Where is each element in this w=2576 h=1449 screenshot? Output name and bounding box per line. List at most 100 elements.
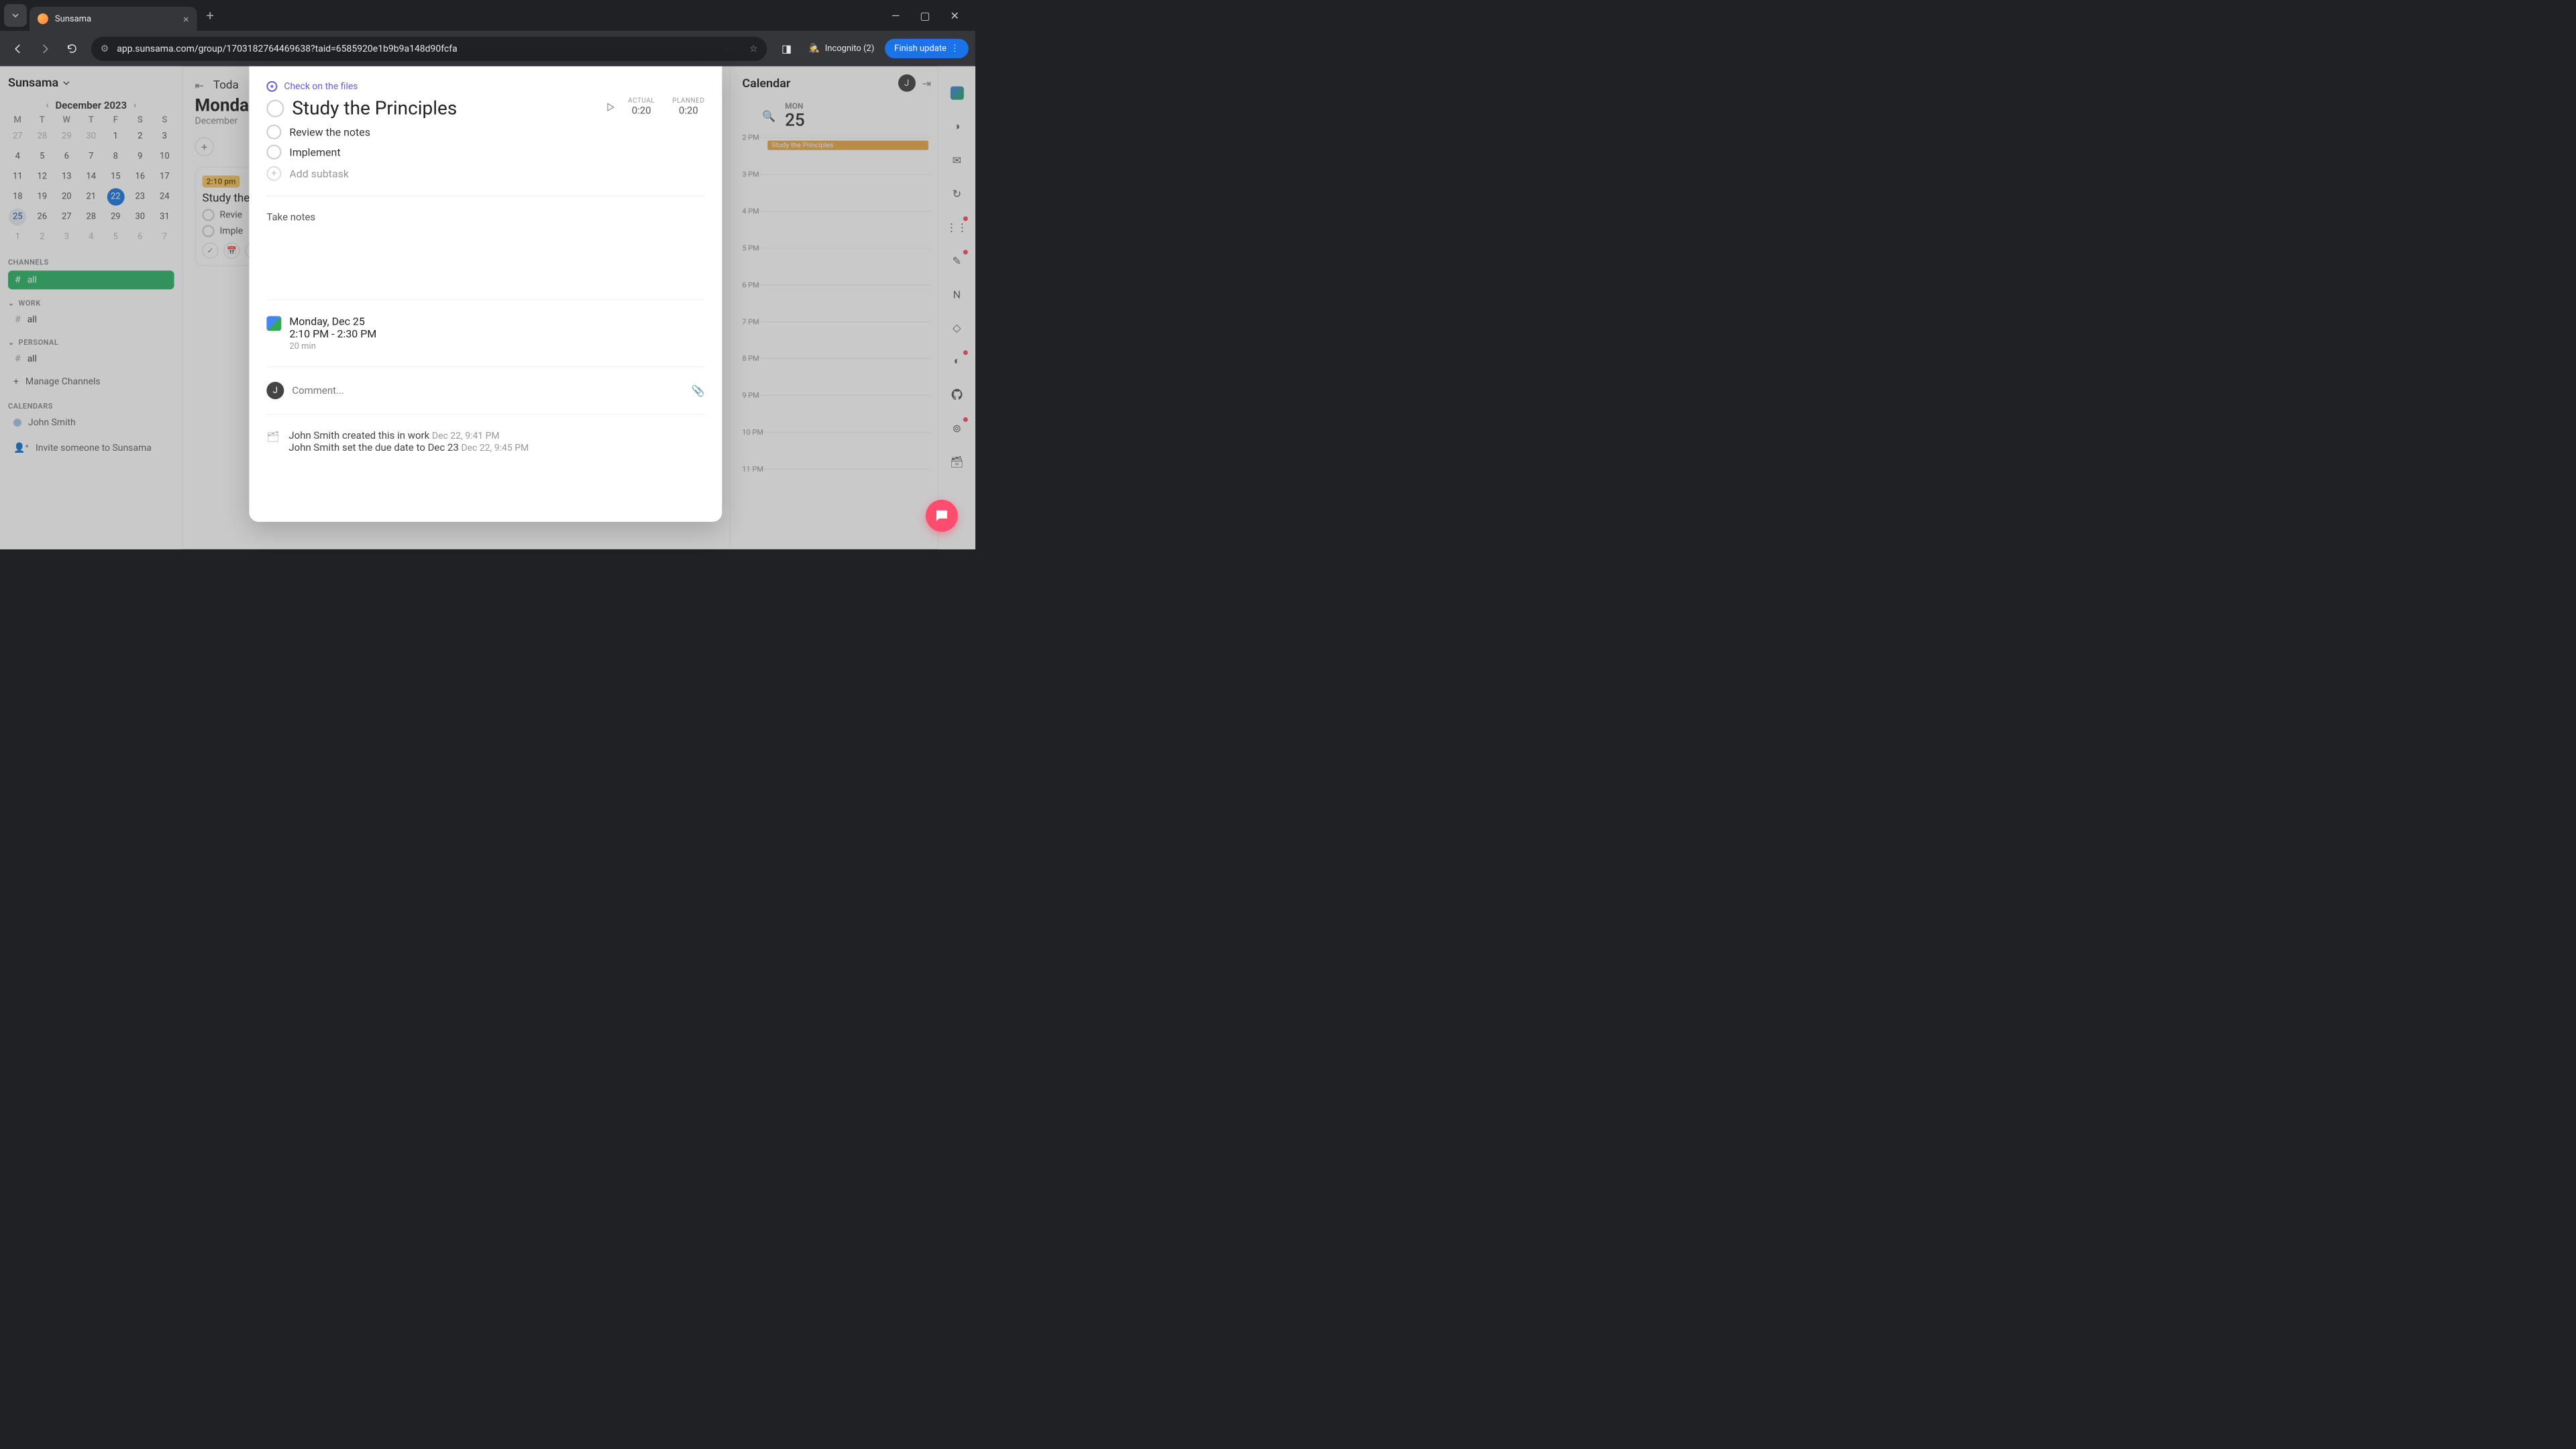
calendar-day[interactable]: 21	[83, 189, 100, 206]
maximize-icon[interactable]: ▢	[920, 9, 930, 21]
today-link[interactable]: Toda	[213, 78, 239, 92]
google-calendar-icon[interactable]	[947, 84, 966, 103]
outlook-icon[interactable]: ◇	[947, 318, 966, 337]
calendar-day[interactable]: 3	[156, 128, 173, 146]
workspace-switcher[interactable]: Sunsama	[8, 76, 174, 90]
asana-icon[interactable]: ⋮⋮	[947, 218, 966, 237]
todoist-icon[interactable]: ✎	[947, 251, 966, 270]
calendar-day[interactable]: 27	[58, 209, 75, 226]
calendar-day[interactable]: 3	[58, 228, 75, 246]
parent-task-link[interactable]: Check on the files	[266, 81, 704, 92]
work-section[interactable]: ⌄ WORK	[8, 299, 174, 307]
calendar-day[interactable]: 5	[34, 148, 51, 166]
add-task-button[interactable]: +	[195, 138, 214, 156]
calendar-day[interactable]: 6	[58, 148, 75, 166]
bookmark-icon[interactable]: ☆	[749, 43, 758, 54]
comment-input[interactable]	[292, 384, 683, 396]
site-settings-icon[interactable]: ⚙	[101, 43, 109, 54]
settings-icon[interactable]: ⊚	[947, 419, 966, 437]
zoom-icon[interactable]: 🔍	[762, 109, 775, 122]
planned-time[interactable]: PLANNED 0:20	[672, 97, 704, 117]
back-button[interactable]	[7, 37, 30, 60]
next-month-button[interactable]: ›	[133, 100, 136, 111]
calendar-day[interactable]: 29	[107, 209, 124, 226]
calendar-day[interactable]: 23	[131, 189, 149, 206]
task-schedule[interactable]: Monday, Dec 25 2:10 PM - 2:30 PM 20 min	[266, 315, 704, 352]
start-timer-button[interactable]	[604, 101, 616, 113]
intercom-button[interactable]	[926, 500, 958, 532]
checkbox-icon[interactable]	[266, 145, 281, 160]
new-tab-button[interactable]: +	[207, 7, 214, 23]
linear-icon[interactable]: ◐	[947, 352, 966, 370]
channel-work-all[interactable]: # all	[8, 310, 174, 329]
finish-update-button[interactable]: Finish update ⋮	[885, 39, 969, 58]
calendar-item[interactable]: John Smith	[8, 415, 174, 431]
checkbox-icon[interactable]	[203, 225, 215, 237]
prev-month-button[interactable]: ‹	[46, 100, 48, 111]
calendar-day[interactable]: 2	[131, 128, 149, 146]
actual-time[interactable]: ACTUAL 0:20	[628, 97, 655, 117]
calendar-day[interactable]: 15	[107, 168, 124, 186]
calendar-day[interactable]: 11	[9, 168, 26, 186]
calendar-day[interactable]: 28	[34, 128, 51, 146]
channel-all[interactable]: # all	[8, 270, 174, 289]
close-tab-icon[interactable]: ×	[183, 12, 189, 25]
mini-calendar[interactable]: MTWTFSS272829301234567891011121314151617…	[8, 115, 174, 246]
calendar-day[interactable]: 17	[156, 168, 173, 186]
schedule-icon[interactable]: 📅	[223, 242, 239, 258]
calendar-day[interactable]: 25	[9, 209, 26, 226]
subtask-row[interactable]: Review the notes	[266, 125, 704, 140]
calendar-day[interactable]: 13	[58, 168, 75, 186]
calendar-day[interactable]: 6	[131, 228, 149, 246]
calendar-event[interactable]: Study the Principles	[767, 141, 928, 150]
minimize-icon[interactable]: —	[892, 9, 900, 21]
calendar-day[interactable]: 1	[107, 128, 124, 146]
calendar-day[interactable]: 10	[156, 148, 173, 166]
calendar-day[interactable]: 26	[34, 209, 51, 226]
browser-tab[interactable]: Sunsama ×	[30, 7, 197, 31]
task-notes[interactable]: Take notes	[266, 211, 704, 285]
calendar-day[interactable]: 4	[9, 148, 26, 166]
task-complete-checkbox[interactable]	[266, 100, 284, 117]
add-subtask-button[interactable]: + Add subtask	[266, 166, 704, 181]
calendar-day[interactable]: 8	[107, 148, 124, 166]
calendar-day[interactable]: 16	[131, 168, 149, 186]
refresh-icon[interactable]: ↻	[947, 184, 966, 203]
channel-personal-all[interactable]: # all	[8, 350, 174, 368]
task-title[interactable]: Study the Principles	[292, 97, 596, 119]
close-window-icon[interactable]: ✕	[950, 9, 959, 21]
github-icon[interactable]	[947, 385, 966, 404]
incognito-indicator[interactable]: 🕵 Incognito (2)	[802, 44, 881, 54]
calendar-day[interactable]: 31	[156, 209, 173, 226]
calendar-day[interactable]: 7	[156, 228, 173, 246]
archive-icon[interactable]: 🗃	[947, 452, 966, 471]
invite-button[interactable]: 👤⁺ Invite someone to Sunsama	[8, 440, 174, 456]
forward-button[interactable]	[34, 37, 56, 60]
manage-channels-button[interactable]: + Manage Channels	[8, 374, 174, 390]
calendar-day[interactable]: 19	[34, 189, 51, 206]
calendar-day[interactable]: 30	[83, 128, 100, 146]
calendar-day[interactable]: 5	[107, 228, 124, 246]
calendar-day[interactable]: 14	[83, 168, 100, 186]
attach-icon[interactable]: 📎	[692, 384, 705, 397]
reload-button[interactable]	[60, 37, 83, 60]
calendar-day[interactable]: 20	[58, 189, 75, 206]
calendar-timeline[interactable]: 2 PMStudy the Principles3 PM4 PM5 PM6 PM…	[742, 138, 931, 506]
address-bar[interactable]: ⚙ app.sunsama.com/group/1703182764469638…	[91, 36, 767, 60]
calendar-day[interactable]: 18	[9, 189, 26, 206]
calendar-day[interactable]: 29	[58, 128, 75, 146]
gmail-icon[interactable]: ✉	[947, 151, 966, 170]
personal-section[interactable]: ⌄ PERSONAL	[8, 338, 174, 347]
subtask-row[interactable]: Implement	[266, 145, 704, 160]
tab-search-button[interactable]	[4, 4, 27, 27]
calendar-day[interactable]: 12	[34, 168, 51, 186]
calendar-day[interactable]: 22	[107, 189, 124, 206]
calendar-day[interactable]: 30	[131, 209, 149, 226]
user-avatar[interactable]: J	[898, 74, 916, 92]
calendar-day[interactable]: 9	[131, 148, 149, 166]
sidepanel-icon[interactable]: ◨	[775, 37, 798, 60]
checkbox-icon[interactable]	[266, 125, 281, 140]
expand-icon[interactable]: ⇥	[922, 76, 931, 89]
calendar-day[interactable]: 28	[83, 209, 100, 226]
calendar-day[interactable]: 27	[9, 128, 26, 146]
